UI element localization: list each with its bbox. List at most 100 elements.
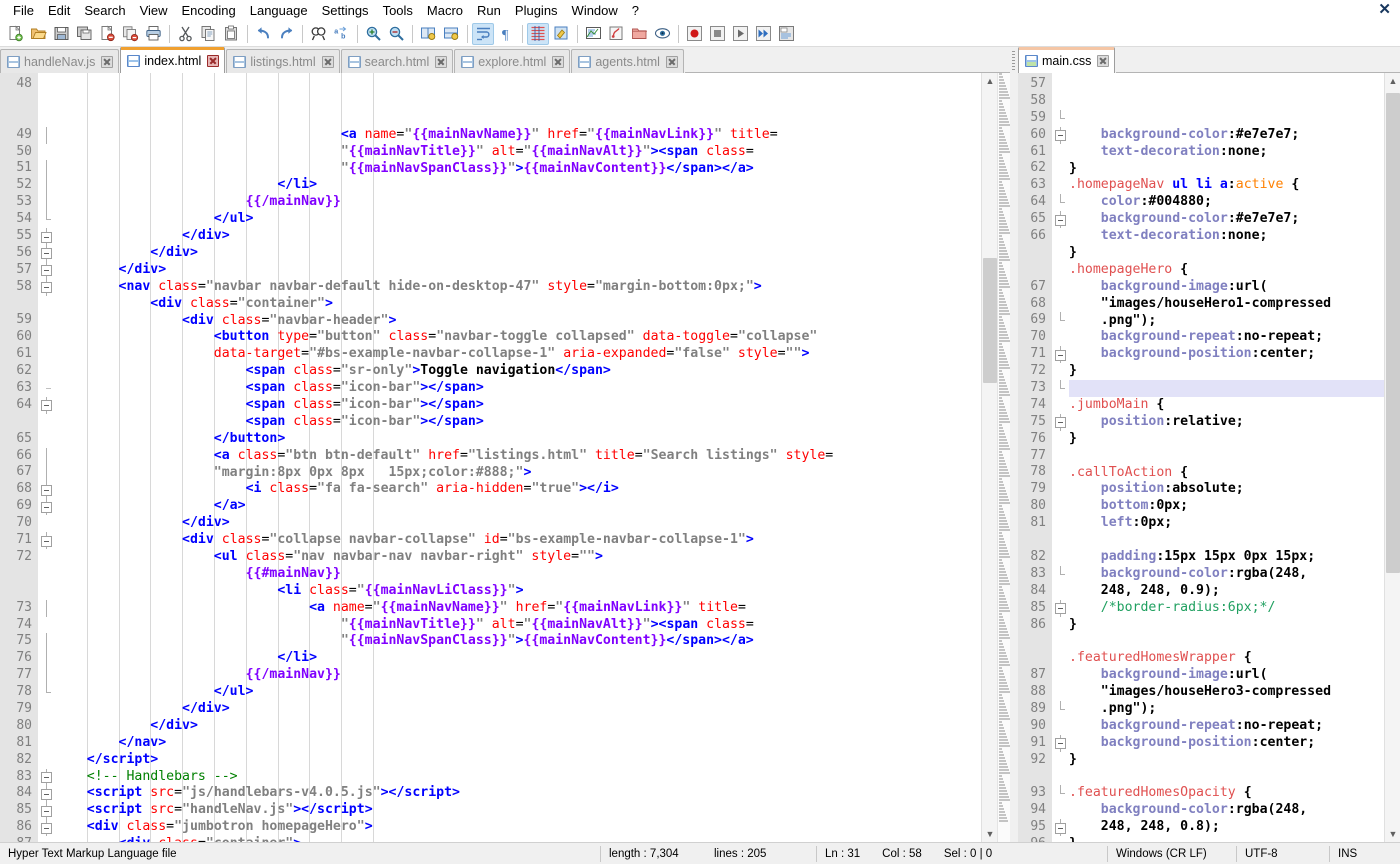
code-line[interactable]: } — [1069, 363, 1384, 380]
indent-guide-icon[interactable] — [527, 22, 549, 45]
code-line[interactable]: .callToAction { — [1069, 465, 1384, 482]
code-line[interactable]: /*border-radius:6px;*/ — [1069, 600, 1384, 617]
code-line[interactable]: "images/houseHero1-compressed — [1069, 296, 1384, 313]
function-list-icon[interactable] — [605, 23, 627, 45]
save-all-icon[interactable] — [73, 23, 95, 45]
left-code-content[interactable]: <a name="{{mainNavName}}" href="{{mainNa… — [55, 73, 981, 842]
menu-help[interactable]: ? — [625, 1, 646, 21]
code-line[interactable]: <script src="js/handlebars-v4.0.5.js"></… — [55, 785, 981, 802]
code-line[interactable]: background-color:#e7e7e7; — [1069, 211, 1384, 228]
code-line[interactable]: <button type="button" class="navbar-togg… — [55, 329, 981, 346]
right-fold-margin[interactable] — [1052, 73, 1069, 842]
tab-close-icon[interactable] — [665, 55, 678, 68]
redo-icon[interactable] — [275, 23, 297, 45]
fold-marker[interactable] — [38, 278, 55, 296]
code-line[interactable]: .featuredHomesWrapper { — [1069, 650, 1384, 667]
code-line[interactable]: <span class="sr-only">Toggle navigation<… — [55, 363, 981, 380]
code-line[interactable]: 248, 248, 0.8); — [1069, 819, 1384, 836]
tab-index-html[interactable]: index.html — [120, 47, 226, 73]
tab-close-icon[interactable] — [101, 55, 114, 68]
code-line[interactable]: 248, 248, 0.9); — [1069, 583, 1384, 600]
code-line[interactable]: "{{mainNavTitle}}" alt="{{mainNavAlt}}">… — [55, 617, 981, 634]
code-line[interactable]: </a> — [55, 498, 981, 515]
show-all-characters-icon[interactable]: ¶ — [495, 23, 517, 45]
menu-settings[interactable]: Settings — [315, 1, 376, 21]
code-line[interactable]: "images/houseHero3-compressed — [1069, 684, 1384, 701]
code-line[interactable]: </script> — [55, 752, 981, 769]
new-file-icon[interactable] — [4, 23, 26, 45]
code-line[interactable]: } — [1069, 245, 1384, 262]
menu-macro[interactable]: Macro — [420, 1, 470, 21]
code-line[interactable]: </div> — [55, 515, 981, 532]
run-macro-multiple-icon[interactable] — [752, 23, 774, 45]
code-line[interactable]: <span class="icon-bar"></span> — [55, 414, 981, 431]
fold-marker[interactable] — [38, 244, 55, 262]
fold-marker[interactable] — [38, 498, 55, 516]
document-map-icon[interactable] — [582, 23, 604, 45]
menu-run[interactable]: Run — [470, 1, 508, 21]
code-line[interactable]: .jumboMain { — [1069, 397, 1384, 414]
menu-view[interactable]: View — [133, 1, 175, 21]
code-line[interactable] — [1069, 380, 1384, 397]
code-line[interactable]: .homepageHero { — [1069, 262, 1384, 279]
tab-close-icon[interactable] — [1097, 54, 1110, 67]
code-line[interactable]: <div class="container"> — [55, 296, 981, 313]
fold-marker[interactable] — [38, 819, 55, 837]
code-line[interactable]: color:#004880; — [1069, 194, 1384, 211]
code-line[interactable]: text-decoration:none; — [1069, 144, 1384, 161]
code-line[interactable]: <span class="icon-bar"></span> — [55, 380, 981, 397]
zoom-in-icon[interactable] — [362, 23, 384, 45]
code-line[interactable]: <div class="navbar-header"> — [55, 313, 981, 330]
fold-marker[interactable] — [38, 481, 55, 499]
scroll-up-arrow-icon-right[interactable]: ▲ — [1385, 73, 1400, 89]
menu-file[interactable]: File — [6, 1, 41, 21]
close-file-icon[interactable] — [96, 23, 118, 45]
left-editor-area[interactable]: 48 49 50 51 52 53 54 55 56 57 58 59 60 61 62 63 64 65 66 67… — [0, 73, 1010, 842]
fold-marker[interactable] — [38, 228, 55, 245]
code-line[interactable]: position:absolute; — [1069, 481, 1384, 498]
code-line[interactable]: {{/mainNav}} — [55, 667, 981, 684]
monitoring-icon[interactable] — [651, 23, 673, 45]
code-line[interactable]: <div class="jumbotron homepageHero"> — [55, 819, 981, 836]
window-close-button[interactable]: ✕ — [1378, 2, 1391, 17]
code-line[interactable]: } — [1069, 836, 1384, 842]
code-line[interactable]: <!-- Handlebars --> — [55, 769, 981, 786]
tab-agents-html[interactable]: agents.html — [571, 49, 684, 73]
copy-icon[interactable] — [197, 23, 219, 45]
code-line[interactable]: bottom:0px; — [1069, 498, 1384, 515]
paste-icon[interactable] — [220, 23, 242, 45]
fold-marker[interactable] — [38, 532, 55, 549]
save-macro-icon[interactable] — [775, 23, 797, 45]
menu-edit[interactable]: Edit — [41, 1, 77, 21]
code-line[interactable] — [1069, 532, 1384, 549]
tab-close-icon[interactable] — [552, 55, 565, 68]
tab-handleNav-js[interactable]: handleNav.js — [0, 49, 120, 73]
close-all-icon[interactable] — [119, 23, 141, 45]
word-wrap-icon[interactable] — [472, 22, 494, 45]
code-line[interactable]: left:0px; — [1069, 515, 1384, 532]
fold-marker[interactable] — [1052, 126, 1069, 144]
code-line[interactable]: {{/mainNav}} — [55, 194, 981, 211]
code-line[interactable]: <ul class="nav navbar-nav navbar-right" … — [55, 549, 981, 566]
fold-marker[interactable] — [1052, 211, 1069, 229]
save-icon[interactable] — [50, 23, 72, 45]
tab-close-icon[interactable] — [435, 55, 448, 68]
folder-as-workspace-icon[interactable] — [628, 23, 650, 45]
open-file-icon[interactable] — [27, 23, 49, 45]
code-line[interactable]: <nav class="navbar navbar-default hide-o… — [55, 279, 981, 296]
code-line[interactable]: data-target="#bs-example-navbar-collapse… — [55, 346, 981, 363]
code-line[interactable]: background-position:center; — [1069, 346, 1384, 363]
code-line[interactable]: padding:15px 15px 0px 15px; — [1069, 549, 1384, 566]
code-line[interactable] — [1069, 769, 1384, 786]
code-line[interactable]: <span class="icon-bar"></span> — [55, 397, 981, 414]
code-line[interactable]: {{#mainNav}} — [55, 566, 981, 583]
code-line[interactable]: .png"); — [1069, 313, 1384, 330]
code-line[interactable]: <li class="{{mainNavLiClass}}"> — [55, 583, 981, 600]
scroll-down-arrow-icon-right[interactable]: ▼ — [1385, 826, 1400, 842]
record-macro-icon[interactable] — [683, 23, 705, 45]
code-line[interactable]: <i class="fa fa-search" aria-hidden="tru… — [55, 481, 981, 498]
code-line[interactable]: </nav> — [55, 735, 981, 752]
code-line[interactable]: } — [1069, 752, 1384, 769]
code-line[interactable]: <a name="{{mainNavName}}" href="{{mainNa… — [55, 127, 981, 144]
pane-splitter[interactable] — [1010, 47, 1018, 842]
